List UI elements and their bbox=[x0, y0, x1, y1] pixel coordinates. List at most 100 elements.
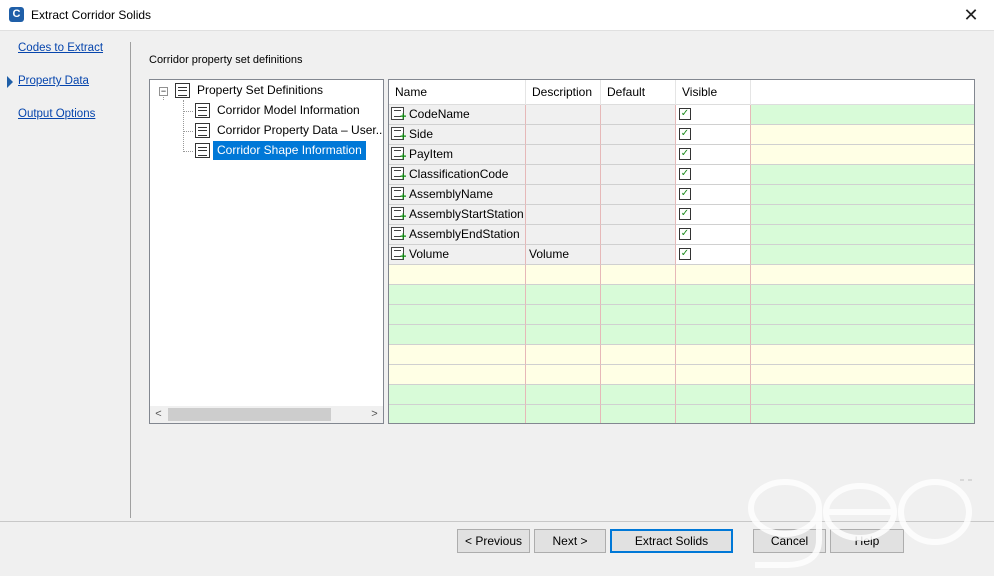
table-row[interactable]: AssemblyName ✓ bbox=[389, 185, 974, 205]
table-row[interactable]: Volume Volume ✓ bbox=[389, 245, 974, 265]
column-header-description[interactable]: Description bbox=[526, 80, 601, 105]
visible-cell[interactable]: ✓ bbox=[676, 185, 751, 205]
visible-cell[interactable]: ✓ bbox=[676, 165, 751, 185]
previous-button[interactable]: < Previous bbox=[457, 529, 530, 553]
empty-cell bbox=[526, 345, 601, 365]
table-row[interactable] bbox=[389, 305, 974, 325]
name-cell[interactable]: ClassificationCode bbox=[389, 165, 526, 185]
table-row[interactable] bbox=[389, 405, 974, 423]
nav-link-codes-to-extract[interactable]: Codes to Extract bbox=[18, 42, 103, 54]
default-cell[interactable] bbox=[601, 205, 676, 225]
close-icon[interactable]: ✕ bbox=[948, 0, 994, 31]
visible-checkbox[interactable]: ✓ bbox=[679, 188, 691, 200]
tree-item-corridor-property-data[interactable]: Corridor Property Data – User... bbox=[150, 121, 383, 140]
table-row[interactable]: AssemblyEndStation ✓ bbox=[389, 225, 974, 245]
visible-cell[interactable]: ✓ bbox=[676, 125, 751, 145]
table-row[interactable]: ClassificationCode ✓ bbox=[389, 165, 974, 185]
column-header-default[interactable]: Default bbox=[601, 80, 676, 105]
help-button[interactable]: Help bbox=[830, 529, 904, 553]
visible-cell[interactable]: ✓ bbox=[676, 145, 751, 165]
empty-cell bbox=[751, 405, 974, 423]
description-cell[interactable] bbox=[526, 105, 601, 125]
name-cell[interactable]: Side bbox=[389, 125, 526, 145]
visible-checkbox[interactable]: ✓ bbox=[679, 208, 691, 220]
empty-cell bbox=[389, 385, 526, 405]
property-set-icon bbox=[195, 143, 210, 158]
cancel-button[interactable]: Cancel bbox=[753, 529, 826, 553]
visible-checkbox[interactable]: ✓ bbox=[679, 108, 691, 120]
empty-cell bbox=[526, 405, 601, 423]
default-cell[interactable] bbox=[601, 145, 676, 165]
visible-checkbox[interactable]: ✓ bbox=[679, 128, 691, 140]
table-row[interactable] bbox=[389, 325, 974, 345]
description-cell[interactable] bbox=[526, 185, 601, 205]
default-cell[interactable] bbox=[601, 225, 676, 245]
filler-cell bbox=[751, 105, 974, 125]
nav-divider bbox=[130, 42, 131, 518]
table-row[interactable] bbox=[389, 345, 974, 365]
wizard-nav: Codes to Extract Property Data Output Op… bbox=[0, 31, 130, 521]
tree-root-item[interactable]: − Property Set Definitions bbox=[150, 81, 383, 100]
scroll-thumb[interactable] bbox=[168, 408, 331, 421]
visible-checkbox[interactable]: ✓ bbox=[679, 248, 691, 260]
visible-cell[interactable]: ✓ bbox=[676, 245, 751, 265]
name-cell[interactable]: PayItem bbox=[389, 145, 526, 165]
visible-checkbox[interactable]: ✓ bbox=[679, 168, 691, 180]
name-cell[interactable]: AssemblyStartStation bbox=[389, 205, 526, 225]
name-cell[interactable]: AssemblyName bbox=[389, 185, 526, 205]
property-definition-icon bbox=[391, 167, 406, 183]
next-button[interactable]: Next > bbox=[534, 529, 606, 553]
empty-cell bbox=[389, 305, 526, 325]
property-definition-icon bbox=[391, 227, 406, 243]
description-cell[interactable] bbox=[526, 145, 601, 165]
column-header-name[interactable]: Name bbox=[389, 80, 526, 105]
tree-item-corridor-shape-information[interactable]: Corridor Shape Information bbox=[150, 141, 383, 160]
property-set-icon bbox=[195, 123, 210, 138]
collapse-icon[interactable]: − bbox=[159, 87, 168, 96]
default-cell[interactable] bbox=[601, 185, 676, 205]
empty-cell bbox=[601, 265, 676, 285]
tree-horizontal-scrollbar[interactable]: < > bbox=[150, 406, 383, 423]
description-cell[interactable] bbox=[526, 165, 601, 185]
visible-cell[interactable]: ✓ bbox=[676, 105, 751, 125]
description-cell[interactable] bbox=[526, 125, 601, 145]
default-cell[interactable] bbox=[601, 245, 676, 265]
table-row[interactable] bbox=[389, 365, 974, 385]
scroll-right-icon[interactable]: > bbox=[366, 406, 383, 423]
tree-item-corridor-model-information[interactable]: Corridor Model Information bbox=[150, 101, 383, 120]
table-row[interactable]: Side ✓ bbox=[389, 125, 974, 145]
nav-link-property-data[interactable]: Property Data bbox=[18, 75, 89, 87]
table-row[interactable] bbox=[389, 385, 974, 405]
extract-solids-button[interactable]: Extract Solids bbox=[610, 529, 733, 553]
empty-cell bbox=[389, 325, 526, 345]
property-grid[interactable]: Name Description Default Visible CodeNam… bbox=[388, 79, 975, 424]
scroll-left-icon[interactable]: < bbox=[150, 406, 167, 423]
name-cell[interactable]: CodeName bbox=[389, 105, 526, 125]
visible-cell[interactable]: ✓ bbox=[676, 205, 751, 225]
name-cell[interactable]: Volume bbox=[389, 245, 526, 265]
table-row[interactable] bbox=[389, 285, 974, 305]
empty-cell bbox=[676, 345, 751, 365]
default-cell[interactable] bbox=[601, 165, 676, 185]
default-cell[interactable] bbox=[601, 105, 676, 125]
tree-item-label: Property Set Definitions bbox=[197, 83, 324, 97]
column-header-visible[interactable]: Visible bbox=[676, 80, 751, 105]
empty-cell bbox=[601, 365, 676, 385]
table-row[interactable]: CodeName ✓ bbox=[389, 105, 974, 125]
name-cell[interactable]: AssemblyEndStation bbox=[389, 225, 526, 245]
description-cell[interactable]: Volume bbox=[526, 245, 601, 265]
property-set-tree[interactable]: − Property Set Definitions Corridor Mode… bbox=[149, 79, 384, 424]
visible-checkbox[interactable]: ✓ bbox=[679, 228, 691, 240]
section-label: Corridor property set definitions bbox=[149, 54, 303, 66]
table-row[interactable]: AssemblyStartStation ✓ bbox=[389, 205, 974, 225]
default-cell[interactable] bbox=[601, 125, 676, 145]
visible-cell[interactable]: ✓ bbox=[676, 225, 751, 245]
table-row[interactable]: PayItem ✓ bbox=[389, 145, 974, 165]
visible-checkbox[interactable]: ✓ bbox=[679, 148, 691, 160]
description-cell[interactable] bbox=[526, 205, 601, 225]
nav-link-output-options[interactable]: Output Options bbox=[18, 108, 95, 120]
empty-cell bbox=[676, 405, 751, 423]
empty-cell bbox=[389, 265, 526, 285]
table-row[interactable] bbox=[389, 265, 974, 285]
description-cell[interactable] bbox=[526, 225, 601, 245]
